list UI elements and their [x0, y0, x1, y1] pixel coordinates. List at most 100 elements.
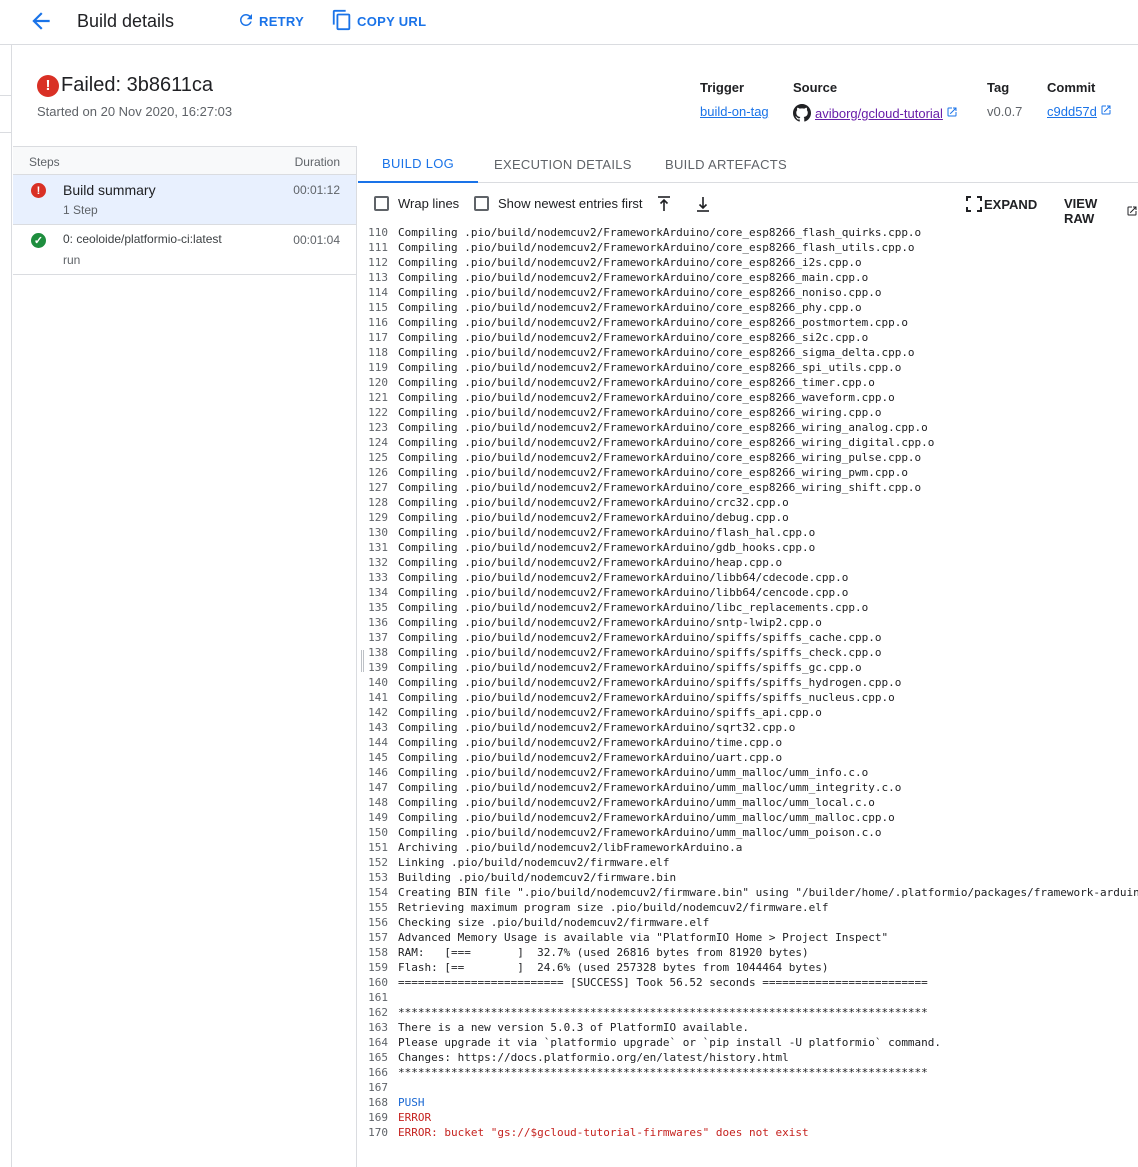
log-line: 126 Compiling .pio/build/nodemcuv2/Framew…	[358, 465, 1138, 480]
step-build-summary[interactable]: ! Build summary 1 Step 00:01:12	[13, 175, 356, 225]
log-line-number: 152	[368, 856, 388, 869]
log-line: 145 Compiling .pio/build/nodemcuv2/Framew…	[358, 750, 1138, 765]
scroll-to-bottom-icon[interactable]	[695, 195, 711, 213]
check-circle-icon: ✓	[31, 233, 46, 248]
log-line-text: Flash: [== ] 24.6% (used 257328 bytes fr…	[398, 961, 829, 974]
commit-label: Commit	[1047, 80, 1096, 95]
log-line-text: Compiling .pio/build/nodemcuv2/Framework…	[398, 556, 783, 569]
left-nav-strip	[0, 45, 12, 1167]
refresh-icon	[237, 11, 259, 32]
log-line: 150 Compiling .pio/build/nodemcuv2/Framew…	[358, 825, 1138, 840]
log-line: 139 Compiling .pio/build/nodemcuv2/Framew…	[358, 660, 1138, 675]
scroll-to-top-icon[interactable]	[656, 195, 672, 213]
back-arrow-icon[interactable]	[28, 8, 54, 34]
panel-resize-handle[interactable]	[361, 650, 364, 672]
log-line-text: Compiling .pio/build/nodemcuv2/Framework…	[398, 286, 882, 299]
log-line: 114 Compiling .pio/build/nodemcuv2/Framew…	[358, 285, 1138, 300]
wrap-lines-checkbox[interactable]: Wrap lines	[374, 196, 459, 211]
log-line-number: 163	[368, 1021, 388, 1034]
step-0[interactable]: ✓ 0: ceoloide/platformio-ci:latest run 0…	[13, 225, 356, 275]
log-line-number: 135	[368, 601, 388, 614]
log-line: 163 There is a new version 5.0.3 of Platf…	[358, 1020, 1138, 1035]
log-line-number: 161	[368, 991, 388, 1004]
log-line-number: 119	[368, 361, 388, 374]
log-line-text: Compiling .pio/build/nodemcuv2/Framework…	[398, 346, 915, 359]
tab-build-artefacts[interactable]: BUILD ARTEFACTS	[665, 146, 787, 183]
newest-first-checkbox[interactable]: Show newest entries first	[474, 196, 643, 211]
log-line-number: 168	[368, 1096, 388, 1109]
log-line-number: 145	[368, 751, 388, 764]
log-line-number: 143	[368, 721, 388, 734]
log-line: 165 Changes: https://docs.platformio.org/…	[358, 1050, 1138, 1065]
source-link[interactable]: aviborg/gcloud-tutorial	[815, 106, 943, 121]
log-line: 156 Checking size .pio/build/nodemcuv2/fi…	[358, 915, 1138, 930]
log-line: 136 Compiling .pio/build/nodemcuv2/Framew…	[358, 615, 1138, 630]
tab-execution-details[interactable]: EXECUTION DETAILS	[494, 146, 632, 183]
log-line: 125 Compiling .pio/build/nodemcuv2/Framew…	[358, 450, 1138, 465]
log-line-number: 144	[368, 736, 388, 749]
log-line-text: There is a new version 5.0.3 of Platform…	[398, 1021, 749, 1034]
log-line: 112 Compiling .pio/build/nodemcuv2/Framew…	[358, 255, 1138, 270]
log-line-number: 147	[368, 781, 388, 794]
tag-value: v0.0.7	[987, 104, 1023, 119]
log-line: 110 Compiling .pio/build/nodemcuv2/Framew…	[358, 225, 1138, 240]
view-raw-button[interactable]: VIEW RAW	[1064, 196, 1138, 226]
log-line-number: 127	[368, 481, 388, 494]
log-line: 149 Compiling .pio/build/nodemcuv2/Framew…	[358, 810, 1138, 825]
log-line-number: 126	[368, 466, 388, 479]
log-line-text: Compiling .pio/build/nodemcuv2/Framework…	[398, 586, 849, 599]
log-line-number: 134	[368, 586, 388, 599]
log-line-number: 125	[368, 451, 388, 464]
log-line-text: Compiling .pio/build/nodemcuv2/Framework…	[398, 631, 882, 644]
newest-first-label: Show newest entries first	[498, 196, 643, 211]
log-line-text: Creating BIN file ".pio/build/nodemcuv2/…	[398, 886, 1138, 899]
log-line-number: 136	[368, 616, 388, 629]
log-line-number: 150	[368, 826, 388, 839]
log-line: 122 Compiling .pio/build/nodemcuv2/Framew…	[358, 405, 1138, 420]
log-line-number: 130	[368, 526, 388, 539]
log-line-text: Compiling .pio/build/nodemcuv2/Framework…	[398, 241, 915, 254]
log-line-text: Compiling .pio/build/nodemcuv2/Framework…	[398, 436, 935, 449]
log-line: 134 Compiling .pio/build/nodemcuv2/Framew…	[358, 585, 1138, 600]
log-line-number: 115	[368, 301, 388, 314]
log-line-number: 141	[368, 691, 388, 704]
log-line-number: 156	[368, 916, 388, 929]
log-line-text: Compiling .pio/build/nodemcuv2/Framework…	[398, 391, 895, 404]
log-line-text: RAM: [=== ] 32.7% (used 26816 bytes from…	[398, 946, 809, 959]
log-line-text: Compiling .pio/build/nodemcuv2/Framework…	[398, 511, 789, 524]
log-line-number: 162	[368, 1006, 388, 1019]
commit-link[interactable]: c9dd57d	[1047, 104, 1097, 119]
log-line-number: 132	[368, 556, 388, 569]
retry-button[interactable]: RETRY	[237, 8, 304, 34]
step-title: 0: ceoloide/platformio-ci:latest	[63, 232, 222, 246]
log-line: 143 Compiling .pio/build/nodemcuv2/Framew…	[358, 720, 1138, 735]
log-line: 153 Building .pio/build/nodemcuv2/firmwar…	[358, 870, 1138, 885]
external-link-icon	[946, 106, 958, 121]
nav-strip-marker	[0, 95, 12, 133]
log-line-text: Compiling .pio/build/nodemcuv2/Framework…	[398, 811, 895, 824]
log-line: 116 Compiling .pio/build/nodemcuv2/Framew…	[358, 315, 1138, 330]
log-line-number: 160	[368, 976, 388, 989]
tab-build-log[interactable]: BUILD LOG	[358, 146, 479, 183]
log-line: 133 Compiling .pio/build/nodemcuv2/Framew…	[358, 570, 1138, 585]
log-line-text: Compiling .pio/build/nodemcuv2/Framework…	[398, 751, 783, 764]
duration-column-header: Duration	[294, 155, 340, 169]
log-toolbar: Wrap lines Show newest entries first EXP…	[358, 184, 1138, 226]
expand-button[interactable]: EXPAND	[966, 196, 1037, 212]
log-line-text: ERROR	[398, 1111, 432, 1124]
commit-info: Commit c9dd57d	[1047, 80, 1112, 119]
log-line-text: Archiving .pio/build/nodemcuv2/libFramew…	[398, 841, 743, 854]
log-line-number: 151	[368, 841, 388, 854]
log-line: 137 Compiling .pio/build/nodemcuv2/Framew…	[358, 630, 1138, 645]
log-line: 162 *************************************…	[358, 1005, 1138, 1020]
trigger-link[interactable]: build-on-tag	[700, 104, 769, 119]
log-line: 158 RAM: [=== ] 32.7% (used 26816 bytes f…	[358, 945, 1138, 960]
steps-panel: Steps Duration ! Build summary 1 Step 00…	[13, 146, 357, 1167]
log-line: 128 Compiling .pio/build/nodemcuv2/Framew…	[358, 495, 1138, 510]
log-line-number: 128	[368, 496, 388, 509]
step-subtitle: 1 Step	[63, 203, 98, 217]
log-line-text: Compiling .pio/build/nodemcuv2/Framework…	[398, 496, 789, 509]
log-line-text: ========================= [SUCCESS] Took…	[398, 976, 928, 989]
copy-url-button[interactable]: COPY URL	[331, 8, 426, 34]
log-line-text: Compiling .pio/build/nodemcuv2/Framework…	[398, 256, 862, 269]
